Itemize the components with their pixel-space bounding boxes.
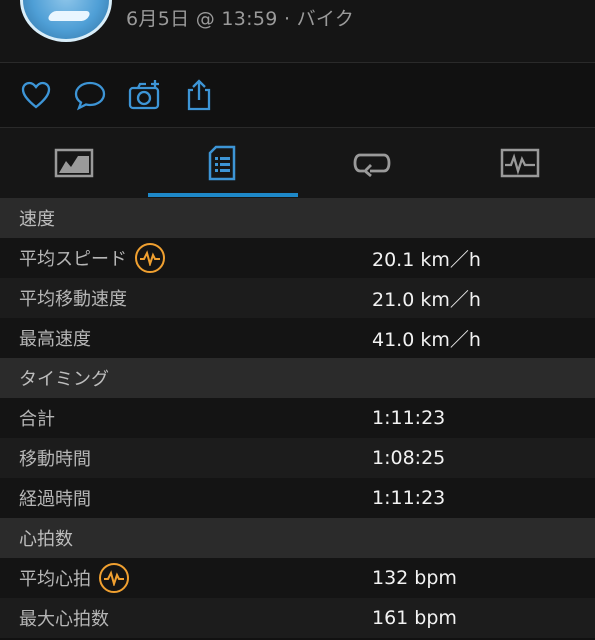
stat-row-avg-moving-speed: 平均移動速度 21.0 km／h — [0, 278, 595, 318]
laps-icon — [353, 153, 391, 177]
tab-bar — [0, 128, 595, 198]
avatar[interactable] — [20, 0, 112, 42]
section-header-heart-rate: 心拍数 — [0, 518, 595, 558]
activity-header: 6月5日 @ 13:59 · バイク — [0, 0, 595, 62]
stat-value: 1:08:25 — [372, 447, 446, 469]
stat-label: 平均スピード — [19, 249, 127, 270]
stat-label: 移動時間 — [19, 449, 91, 470]
comment-icon — [74, 81, 106, 111]
tab-details[interactable] — [148, 128, 296, 198]
section-header-timing: タイミング — [0, 358, 595, 398]
share-icon — [187, 79, 211, 111]
active-tab-indicator — [148, 193, 298, 197]
heart-icon — [21, 81, 51, 109]
add-photo-button[interactable] — [128, 78, 162, 112]
details-list-icon — [208, 145, 236, 181]
stat-row-max-hr: 最大心拍数 161 bpm — [0, 598, 595, 638]
stat-value: 161 bpm — [372, 607, 457, 629]
stat-label: 合計 — [19, 409, 55, 430]
stat-value: 1:11:23 — [372, 407, 446, 429]
activity-meta: 6月5日 @ 13:59 · バイク — [126, 8, 355, 30]
like-button[interactable] — [19, 78, 53, 112]
stat-label: 平均移動速度 — [19, 289, 127, 310]
stat-label: 平均心拍 — [19, 569, 91, 590]
stat-label: 最高速度 — [19, 329, 91, 350]
stat-value: 41.0 km／h — [372, 328, 481, 351]
stat-value: 20.1 km／h — [372, 248, 481, 271]
section-header-speed: 速度 — [0, 198, 595, 238]
stats-table: 速度 平均スピード 20.1 km／h 平均移動速度 21.0 km／h 最高速… — [0, 198, 595, 638]
tab-summary[interactable] — [0, 128, 148, 198]
stat-row-elapsed-time: 経過時間 1:11:23 — [0, 478, 595, 518]
comment-button[interactable] — [73, 78, 107, 112]
stat-row-moving-time: 移動時間 1:08:25 — [0, 438, 595, 478]
tab-laps[interactable] — [298, 128, 446, 198]
stat-row-total: 合計 1:11:23 — [0, 398, 595, 438]
stat-row-avg-hr: 平均心拍 132 bpm — [0, 558, 595, 598]
stat-value: 132 bpm — [372, 567, 457, 589]
stat-row-avg-speed: 平均スピード 20.1 km／h — [0, 238, 595, 278]
stat-row-max-speed: 最高速度 41.0 km／h — [0, 318, 595, 358]
tab-charts[interactable] — [446, 128, 594, 198]
stat-value: 21.0 km／h — [372, 288, 481, 311]
share-button[interactable] — [182, 78, 216, 112]
add-photo-icon — [128, 80, 160, 110]
stat-label: 経過時間 — [19, 489, 91, 510]
pulse-badge-icon[interactable] — [135, 243, 165, 273]
stat-label: 最大心拍数 — [19, 609, 109, 630]
summary-graph-icon — [54, 148, 94, 178]
stat-value: 1:11:23 — [372, 487, 446, 509]
charts-icon — [500, 148, 540, 178]
action-bar — [0, 63, 595, 127]
pulse-badge-icon[interactable] — [99, 563, 129, 593]
